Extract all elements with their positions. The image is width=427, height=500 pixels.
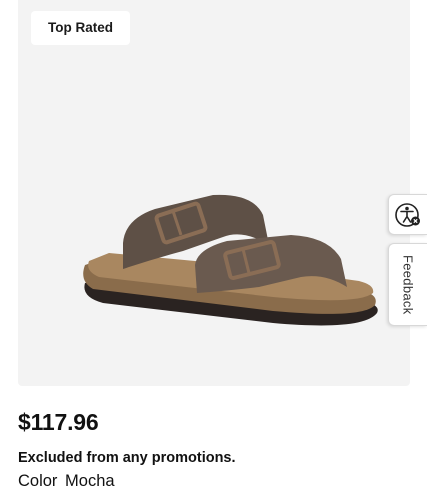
product-price: $117.96 — [18, 409, 99, 435]
color-label: Color — [18, 472, 58, 490]
color-selection: Color Mocha — [18, 472, 115, 491]
product-image[interactable] — [63, 185, 383, 335]
top-rated-badge: Top Rated — [31, 11, 130, 45]
feedback-tab[interactable]: Feedback — [388, 243, 427, 326]
product-page: Top Rated Feedback $117.96 Excluded from… — [0, 0, 427, 500]
feedback-label: Feedback — [400, 254, 416, 315]
accessibility-widget-button[interactable] — [388, 194, 427, 235]
product-image-container[interactable]: Top Rated — [18, 0, 410, 386]
promotion-exclusion-note: Excluded from any promotions. — [18, 450, 236, 466]
color-value: Mocha — [65, 472, 115, 490]
accessibility-icon — [395, 202, 420, 227]
